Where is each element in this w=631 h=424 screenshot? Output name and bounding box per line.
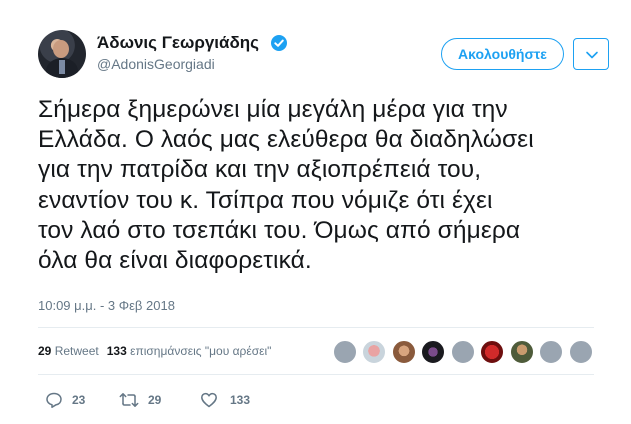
liker-avatar[interactable] bbox=[333, 340, 357, 364]
heart-icon bbox=[201, 392, 217, 408]
liker-avatar[interactable] bbox=[480, 340, 504, 364]
retweet-count: 29 bbox=[148, 393, 162, 407]
tweet-stats: 29 Retweet 133 επισημάνσεις "μου αρέσει" bbox=[38, 344, 271, 358]
reply-icon bbox=[46, 392, 62, 408]
like-action[interactable]: 133 bbox=[200, 390, 250, 410]
tweet-line: όλα θα είναι διαφορετικά. bbox=[38, 247, 312, 275]
liker-avatar[interactable] bbox=[539, 340, 563, 364]
like-count: 133 bbox=[230, 393, 251, 407]
user-name[interactable]: Άδωνις Γεωργιάδης bbox=[97, 33, 259, 53]
reply-action[interactable]: 23 bbox=[45, 390, 85, 410]
follow-button[interactable]: Ακολουθήστε bbox=[441, 38, 564, 70]
retweet-icon bbox=[119, 393, 139, 407]
liker-avatar[interactable] bbox=[451, 340, 475, 364]
retweets-count: 29 bbox=[38, 344, 52, 358]
retweet-action[interactable]: 29 bbox=[119, 390, 161, 410]
liker-avatar[interactable] bbox=[569, 340, 593, 364]
tweet-card: Άδωνις Γεωργιάδης @AdonisGeorgiadi Ακολο… bbox=[0, 0, 631, 424]
tweet-line: τον λαό στο τσεπάκι του. Όμως από σήμερα bbox=[38, 216, 521, 244]
retweets-stat[interactable]: 29 Retweet bbox=[38, 344, 99, 358]
chevron-down-icon bbox=[586, 51, 598, 59]
verified-badge-icon bbox=[271, 35, 287, 51]
liker-avatar[interactable] bbox=[421, 340, 445, 364]
tweet-line: Σήμερα ξημερώνει μία μεγάλη μέρα για την bbox=[38, 96, 508, 123]
tweet-text: Σήμερα ξημερώνει μία μεγάλη μέρα για την… bbox=[38, 95, 618, 276]
likes-count: 133 bbox=[106, 344, 127, 358]
divider bbox=[38, 374, 594, 375]
reply-count: 23 bbox=[72, 393, 86, 407]
likes-stat[interactable]: 133 επισημάνσεις "μου αρέσει" bbox=[107, 344, 272, 358]
tweet-timestamp[interactable]: 10:09 μ.μ. - 3 Φεβ 2018 bbox=[38, 298, 175, 313]
tweet-line: εναντίον του κ. Τσίπρα που νόμιζε ότι έχ… bbox=[38, 186, 493, 214]
user-handle[interactable]: @AdonisGeorgiadi bbox=[97, 56, 215, 72]
tweet-line: Ελλάδα. Ο λαός μας ελεύθερα θα διαδηλώσε… bbox=[38, 126, 534, 154]
more-options-button[interactable] bbox=[573, 38, 609, 70]
likes-label: επισημάνσεις "μου αρέσει" bbox=[130, 344, 272, 358]
liker-avatar[interactable] bbox=[510, 340, 534, 364]
avatar[interactable] bbox=[38, 30, 86, 78]
divider bbox=[38, 327, 594, 328]
liker-avatar[interactable] bbox=[392, 340, 416, 364]
tweet-line: για την πατρίδα και την αξιοπρέπειά του, bbox=[38, 156, 482, 184]
liker-avatar[interactable] bbox=[362, 340, 386, 364]
retweets-label: Retweet bbox=[54, 344, 99, 358]
